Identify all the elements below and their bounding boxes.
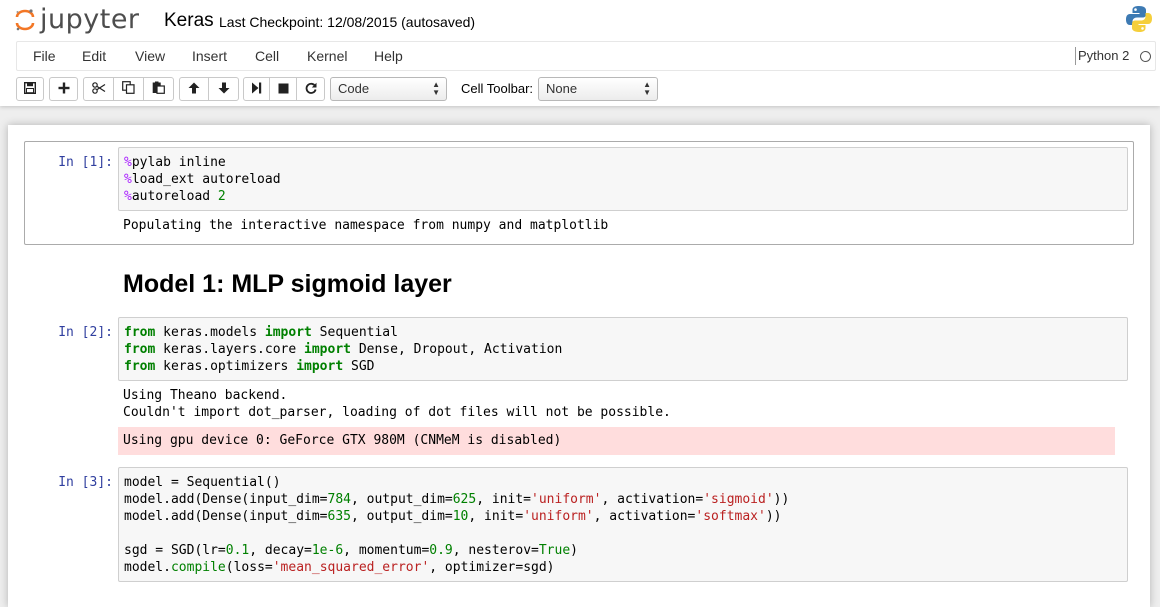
notebook-container: In [1]: %pylab inline %load_ext autorelo… [8, 125, 1150, 607]
paste-icon [152, 81, 165, 97]
restart-kernel-button[interactable] [296, 77, 325, 101]
paste-button[interactable] [143, 77, 174, 101]
save-button[interactable] [16, 77, 44, 101]
cell-toolbar-select[interactable]: None ▲ ▼ [538, 77, 658, 101]
markdown-heading: Model 1: MLP sigmoid layer [123, 270, 452, 298]
input-prompt: In [1]: [58, 155, 113, 170]
notebook-header: jupyter Keras Last Checkpoint: 12/08/201… [0, 0, 1160, 106]
code-editor[interactable]: from keras.models import Sequential from… [124, 324, 562, 375]
menu-file[interactable]: File [33, 42, 56, 70]
kernel-name: Python 2 [1078, 48, 1130, 63]
stderr-output: Using gpu device 0: GeForce GTX 980M (CN… [118, 427, 1115, 455]
notebook-name[interactable]: Keras [164, 9, 214, 33]
move-up-button[interactable] [179, 77, 209, 101]
cell-type-value: Code [338, 81, 370, 96]
checkpoint-status: Last Checkpoint: 12/08/2015 (autosaved) [219, 14, 476, 30]
python-logo-icon [1124, 4, 1154, 34]
jupyter-wordmark: jupyter [40, 4, 140, 35]
code-editor[interactable]: model = Sequential() model.add(Dense(inp… [124, 474, 789, 576]
code-editor[interactable]: %pylab inline %load_ext autoreload %auto… [124, 154, 281, 205]
step-forward-icon [251, 82, 262, 97]
run-cell-button[interactable] [243, 77, 270, 101]
stop-icon [278, 82, 289, 97]
menu-insert[interactable]: Insert [192, 42, 227, 70]
cell-toolbar-value: None [546, 81, 578, 96]
scissors-icon [91, 81, 106, 97]
insert-cell-button[interactable] [49, 77, 78, 101]
refresh-icon [305, 82, 317, 97]
output-text: Using Theano backend. [123, 388, 288, 403]
kernel-indicator: Python 2 [1075, 42, 1130, 70]
output-text: Populating the interactive namespace fro… [123, 218, 609, 233]
menu-kernel[interactable]: Kernel [307, 42, 347, 70]
copy-icon [122, 81, 135, 97]
arrow-up-icon [188, 82, 200, 97]
select-arrows-icon: ▲ ▼ [432, 80, 440, 97]
plus-icon [58, 82, 70, 97]
menu-edit[interactable]: Edit [82, 42, 106, 70]
menu-cell[interactable]: Cell [255, 42, 279, 70]
save-icon [23, 81, 37, 97]
jupyter-logo[interactable]: jupyter [14, 6, 140, 34]
arrow-down-icon [218, 82, 230, 97]
cell-type-select[interactable]: Code ▲ ▼ [330, 77, 447, 101]
interrupt-kernel-button[interactable] [269, 77, 297, 101]
select-arrows-icon: ▲ ▼ [643, 80, 651, 97]
output-text: Couldn't import dot_parser, loading of d… [123, 405, 671, 420]
kernel-idle-icon [1140, 51, 1151, 62]
menu-view[interactable]: View [135, 42, 165, 70]
cell-toolbar-label: Cell Toolbar: [461, 81, 534, 96]
menu-bar: File Edit View Insert Cell Kernel Help P… [16, 41, 1156, 71]
copy-button[interactable] [113, 77, 144, 101]
jupyter-logo-icon [14, 7, 36, 33]
input-prompt: In [2]: [58, 325, 113, 340]
move-down-button[interactable] [208, 77, 239, 101]
cut-button[interactable] [83, 77, 114, 101]
input-prompt: In [3]: [58, 475, 113, 490]
menu-help[interactable]: Help [374, 42, 403, 70]
kernel-separator [1075, 47, 1076, 65]
